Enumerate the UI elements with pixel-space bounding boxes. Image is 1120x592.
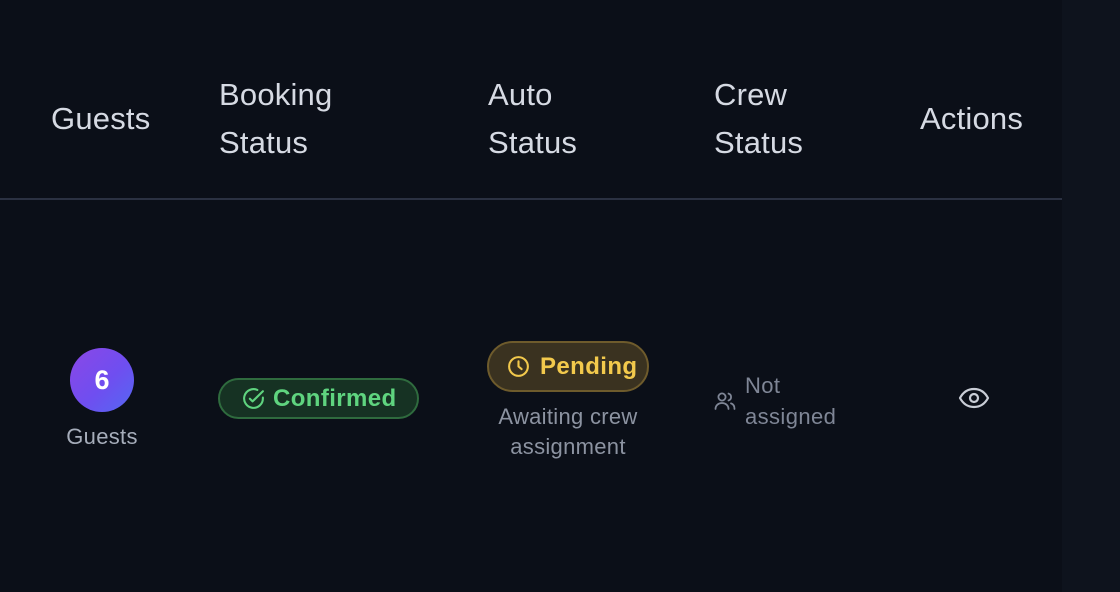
column-header-guests: Guests: [51, 101, 151, 136]
booking-status-badge: Confirmed: [218, 378, 419, 419]
scroll-gutter: [1062, 0, 1120, 592]
column-header-actions: Actions: [920, 101, 1024, 136]
eye-icon: [958, 386, 990, 415]
booking-status-label: Confirmed: [273, 384, 397, 412]
guest-count-badge: 6: [70, 348, 134, 412]
column-header-auto-status: Auto Status: [488, 77, 578, 160]
check-circle-icon: [241, 386, 266, 411]
table-header: Guests Booking Status Auto Status Crew S…: [0, 0, 1062, 200]
users-icon: [713, 389, 737, 413]
column-header-crew-status: Crew Status: [714, 77, 804, 160]
bookings-table: Guests Booking Status Auto Status Crew S…: [0, 0, 1062, 592]
auto-status-badge: Pending: [487, 341, 649, 392]
auto-status-label: Pending: [540, 352, 638, 380]
view-booking-button[interactable]: [955, 383, 993, 417]
crew-status-text: Not assigned: [745, 373, 837, 429]
bookings-table-screen: Guests Booking Status Auto Status Crew S…: [0, 0, 1120, 592]
column-header-booking-status: Booking Status: [219, 77, 333, 160]
clock-icon: [506, 354, 531, 379]
guest-count-label: Guests: [66, 424, 138, 449]
auto-status-note: Awaiting crew assignment: [498, 404, 638, 459]
